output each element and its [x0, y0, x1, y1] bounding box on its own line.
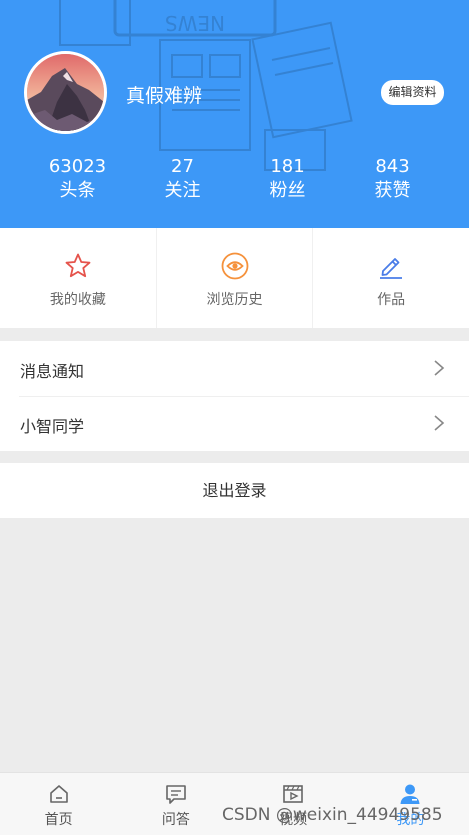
- list-item-assistant[interactable]: 小智同学: [0, 396, 469, 451]
- quick-actions: 我的收藏 浏览历史 作品: [0, 228, 469, 328]
- settings-list: 消息通知 小智同学: [0, 341, 469, 451]
- works-button[interactable]: 作品: [313, 228, 469, 328]
- tab-label: 首页: [44, 812, 73, 828]
- chevron-right-icon: [434, 415, 445, 431]
- edit-profile-button[interactable]: 编辑资料: [381, 80, 444, 105]
- history-button[interactable]: 浏览历史: [157, 228, 314, 328]
- logout-button[interactable]: 退出登录: [0, 463, 469, 518]
- stat-value: 27: [171, 156, 194, 177]
- home-icon: [49, 785, 68, 803]
- list-item-notifications[interactable]: 消息通知: [0, 341, 469, 396]
- tab-mine[interactable]: 我的: [352, 773, 469, 835]
- avatar[interactable]: [24, 51, 107, 134]
- username: 真假难辨: [126, 85, 203, 107]
- avatar-image: [27, 54, 104, 131]
- works-label: 作品: [377, 292, 406, 308]
- user-icon: [400, 784, 420, 804]
- history-label: 浏览历史: [206, 292, 263, 308]
- stat-label: 粉丝: [269, 180, 306, 201]
- svg-text:NEWS: NEWS: [165, 11, 225, 35]
- watermark: CSDN @weixin_44949585: [222, 805, 443, 825]
- stat-headlines[interactable]: 63023 头条: [25, 156, 130, 206]
- list-item-label: 小智同学: [20, 417, 85, 436]
- tab-home[interactable]: 首页: [0, 773, 117, 835]
- eye-icon: [221, 252, 248, 280]
- tab-label: 问答: [161, 812, 190, 828]
- stats-row: 63023 头条 27 关注 181 粉丝 843 获赞: [0, 156, 469, 206]
- stat-likes[interactable]: 843 获赞: [340, 156, 445, 206]
- stat-following[interactable]: 27 关注: [130, 156, 235, 206]
- tab-qa[interactable]: 问答: [117, 773, 234, 835]
- favorites-label: 我的收藏: [49, 292, 106, 308]
- profile-header: NEWS 真假难辨 编辑资料 63023 头条 27 关注 181 粉丝 843…: [0, 0, 469, 228]
- stat-value: 843: [375, 156, 410, 177]
- stat-value: 181: [270, 156, 305, 177]
- tab-video[interactable]: 视频: [235, 773, 352, 835]
- list-item-label: 消息通知: [20, 362, 85, 381]
- stat-label: 关注: [164, 180, 201, 201]
- favorites-button[interactable]: 我的收藏: [0, 228, 157, 328]
- stat-label: 获赞: [374, 180, 411, 201]
- stat-followers[interactable]: 181 粉丝: [235, 156, 340, 206]
- stat-value: 63023: [48, 156, 107, 177]
- pencil-icon: [380, 258, 403, 279]
- video-icon: [283, 785, 303, 803]
- chat-icon: [166, 785, 186, 804]
- chevron-right-icon: [434, 360, 445, 376]
- bottom-tab-bar: 首页 问答 视频 我的: [0, 772, 469, 835]
- stat-label: 头条: [59, 180, 96, 201]
- star-icon: [65, 253, 91, 278]
